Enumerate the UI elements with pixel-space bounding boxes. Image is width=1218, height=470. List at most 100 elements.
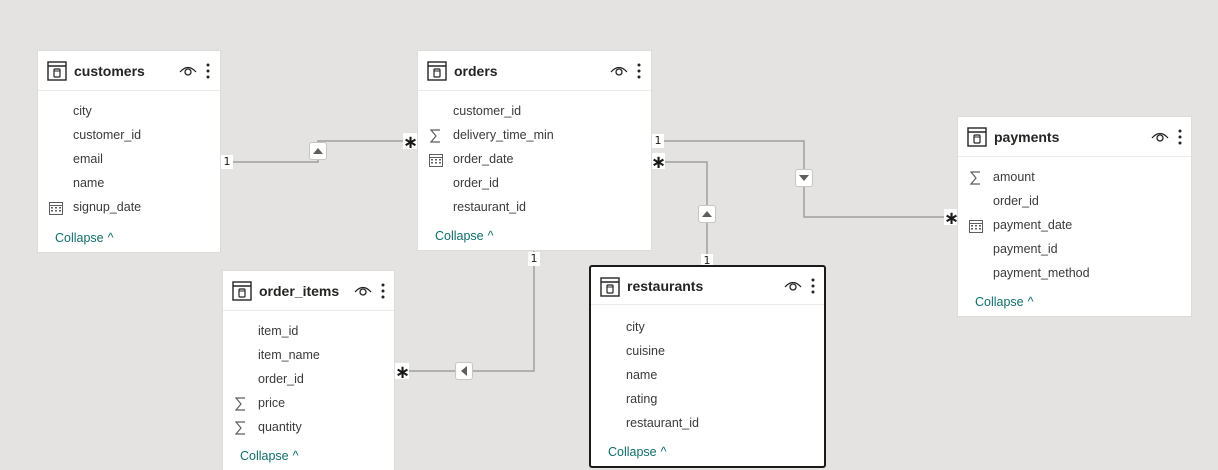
cardinality-many-marker: ∗ (651, 152, 667, 173)
cardinality-many-marker: ∗ (395, 362, 411, 383)
collapse-link[interactable]: Collapse ^ (608, 445, 667, 459)
field-row[interactable]: price (223, 392, 394, 416)
field-row[interactable]: item_name (223, 344, 394, 368)
field-name: item_name (258, 348, 320, 362)
table-card-orders[interactable]: orders customer_id delivery_time_min ord… (418, 51, 651, 250)
collapse-link[interactable]: Collapse ^ (55, 231, 114, 245)
table-card-payments[interactable]: payments amount order_id payment_date pa… (958, 117, 1191, 316)
field-name: city (626, 320, 645, 334)
field-row[interactable]: customer_id (418, 100, 651, 124)
field-row[interactable]: item_id (223, 320, 394, 344)
field-name: restaurant_id (626, 416, 699, 430)
field-row[interactable]: payment_date (958, 214, 1191, 238)
cardinality-one-marker: 1 (652, 134, 664, 148)
cardinality-many-marker: ∗ (944, 208, 960, 229)
filter-direction-down-button[interactable] (796, 170, 812, 186)
field-name: city (73, 104, 92, 118)
table-header[interactable]: customers (38, 51, 220, 91)
field-name: payment_id (993, 242, 1058, 256)
calendar-icon (429, 154, 443, 167)
table-card-restaurants[interactable]: restaurants city cuisine name rating res… (589, 265, 826, 468)
visibility-eye-icon[interactable] (1151, 130, 1169, 144)
more-options-icon[interactable] (1177, 128, 1183, 146)
table-icon (600, 277, 620, 297)
table-title: orders (454, 63, 498, 79)
field-row[interactable]: order_id (958, 190, 1191, 214)
collapse-link[interactable]: Collapse ^ (240, 449, 299, 463)
chevron-up-icon: ^ (1027, 295, 1034, 309)
field-row[interactable]: city (591, 316, 824, 340)
field-row[interactable]: order_date (418, 148, 651, 172)
field-row[interactable]: restaurant_id (591, 412, 824, 436)
field-name: price (258, 396, 286, 410)
chevron-up-icon: ^ (292, 449, 299, 463)
collapse-link[interactable]: Collapse ^ (435, 229, 494, 243)
collapse-label: Collapse (240, 449, 289, 463)
table-icon (427, 61, 447, 81)
filter-direction-left-button[interactable] (456, 363, 472, 379)
collapse-label: Collapse (608, 445, 657, 459)
field-row[interactable]: payment_method (958, 262, 1191, 286)
field-name: delivery_time_min (453, 128, 554, 142)
table-icon (967, 127, 987, 147)
table-card-customers[interactable]: customers city customer_id email name si… (38, 51, 220, 252)
more-options-icon[interactable] (810, 277, 816, 295)
filter-direction-up-button[interactable] (699, 206, 715, 222)
field-row[interactable]: rating (591, 388, 824, 412)
table-header[interactable]: payments (958, 117, 1191, 157)
table-card-order-items[interactable]: order_items item_id item_name order_id p… (223, 271, 394, 470)
field-row[interactable]: customer_id (38, 124, 220, 148)
more-options-icon[interactable] (205, 62, 211, 80)
sigma-icon (234, 421, 245, 435)
sigma-icon (234, 397, 245, 411)
visibility-eye-icon[interactable] (179, 64, 197, 78)
field-name: restaurant_id (453, 200, 526, 214)
more-options-icon[interactable] (380, 282, 386, 300)
field-row[interactable]: name (38, 172, 220, 196)
cardinality-many-marker: ∗ (403, 132, 419, 153)
more-options-icon[interactable] (636, 62, 642, 80)
visibility-eye-icon[interactable] (610, 64, 628, 78)
collapse-link[interactable]: Collapse ^ (975, 295, 1034, 309)
table-title: customers (74, 63, 145, 79)
field-row[interactable]: amount (958, 166, 1191, 190)
field-name: customer_id (73, 128, 142, 142)
collapse-label: Collapse (55, 231, 104, 245)
field-row[interactable]: delivery_time_min (418, 124, 651, 148)
field-name: email (73, 152, 103, 166)
field-row[interactable]: email (38, 148, 220, 172)
field-row[interactable]: name (591, 364, 824, 388)
collapse-label: Collapse (435, 229, 484, 243)
visibility-eye-icon[interactable] (354, 284, 372, 298)
visibility-eye-icon[interactable] (784, 279, 802, 293)
table-header[interactable]: restaurants (591, 267, 824, 305)
sigma-icon (429, 129, 440, 143)
field-row[interactable]: order_id (418, 172, 651, 196)
field-row[interactable]: signup_date (38, 196, 220, 220)
table-header[interactable]: order_items (223, 271, 394, 311)
model-canvas[interactable]: 1 ∗ 1 ∗ ∗ 1 1 ∗ customers city customer_… (0, 0, 1218, 470)
field-row[interactable]: quantity (223, 416, 394, 440)
sigma-icon (969, 171, 980, 185)
filter-direction-up-button[interactable] (310, 143, 326, 159)
table-title: order_items (259, 283, 340, 299)
field-row[interactable]: order_id (223, 368, 394, 392)
collapse-label: Collapse (975, 295, 1024, 309)
field-name: quantity (258, 420, 302, 434)
cardinality-one-marker: 1 (221, 155, 233, 169)
field-name: order_date (453, 152, 514, 166)
field-row[interactable]: cuisine (591, 340, 824, 364)
field-row[interactable]: restaurant_id (418, 196, 651, 220)
field-name: order_id (993, 194, 1039, 208)
field-name: customer_id (453, 104, 522, 118)
table-title: payments (994, 129, 1060, 145)
table-icon (47, 61, 67, 81)
table-title: restaurants (627, 278, 704, 294)
field-name: cuisine (626, 344, 665, 358)
chevron-up-icon: ^ (660, 445, 667, 459)
field-name: payment_date (993, 218, 1073, 232)
field-row[interactable]: city (38, 100, 220, 124)
table-header[interactable]: orders (418, 51, 651, 91)
field-name: name (626, 368, 658, 382)
field-row[interactable]: payment_id (958, 238, 1191, 262)
